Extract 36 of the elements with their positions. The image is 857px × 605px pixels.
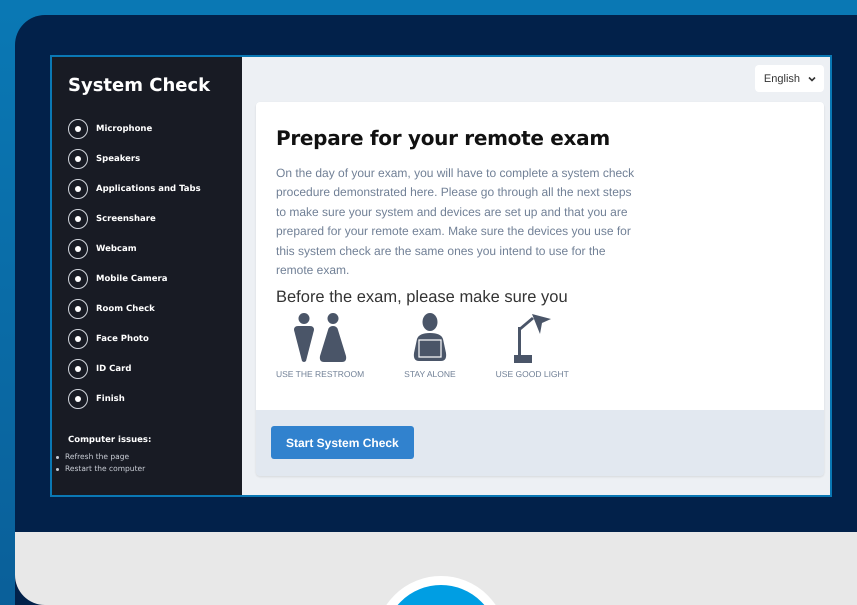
desk-lamp-icon — [512, 313, 552, 364]
start-system-check-button[interactable]: Start System Check — [271, 426, 414, 459]
bullet-icon — [56, 468, 59, 470]
step-label: Webcam — [96, 244, 137, 254]
person-laptop-icon — [412, 313, 447, 364]
step-label: ID Card — [96, 364, 132, 374]
requirement-label: USE GOOD LIGHT — [496, 369, 569, 380]
step-label: Finish — [96, 394, 125, 404]
step-radio-icon — [68, 119, 88, 139]
step-radio-icon — [68, 359, 88, 379]
step-label: Screenshare — [96, 214, 156, 224]
step-radio-icon — [68, 299, 88, 319]
help-heading: Computer issues: — [68, 435, 152, 445]
language-dropdown[interactable]: English — [754, 65, 824, 92]
requirement-label: STAY ALONE — [404, 369, 456, 380]
intro-paragraph: On the day of your exam, you will have to complete a system check procedure demonstrated here. Please go through all the next steps to make sure your system and devices are set up and that you are prepared for your remote exam. Make sure the devices you use for this system check are the same ones you intend to use for the remote exam. — [276, 165, 636, 280]
step-radio-icon — [68, 389, 88, 409]
step-radio-icon — [68, 179, 88, 199]
restroom-icon — [292, 313, 348, 364]
requirement-label: USE THE RESTROOM — [276, 369, 364, 380]
bullet-icon — [56, 456, 59, 458]
sidebar-title: System Check — [68, 75, 212, 96]
step-label: Room Check — [96, 304, 155, 314]
step-label: Face Photo — [96, 334, 149, 344]
step-radio-icon — [68, 149, 88, 169]
chevron-down-icon — [808, 76, 816, 82]
card-heading: Prepare for your remote exam — [276, 126, 611, 150]
card-subheading: Before the exam, please make sure you — [276, 288, 569, 308]
step-radio-icon — [68, 209, 88, 229]
step-label: Mobile Camera — [96, 274, 168, 284]
step-label: Microphone — [96, 124, 152, 134]
step-radio-icon — [68, 269, 88, 289]
step-radio-icon — [68, 239, 88, 259]
step-label: Speakers — [96, 154, 140, 164]
step-radio-icon — [68, 329, 88, 349]
step-label: Applications and Tabs — [96, 184, 201, 194]
